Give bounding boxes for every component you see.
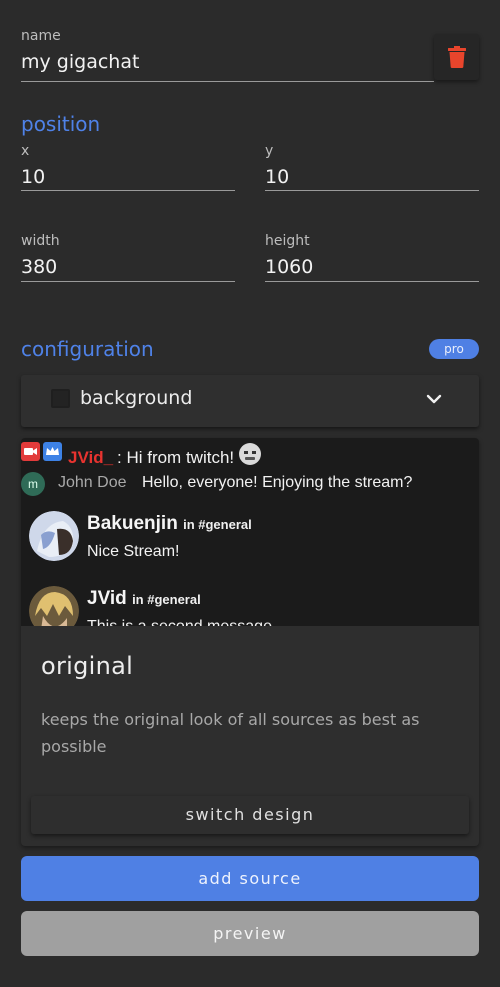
y-label: y — [265, 143, 274, 159]
trash-icon — [447, 46, 466, 68]
y-underline — [265, 190, 479, 191]
x-field[interactable]: x 10 — [21, 143, 235, 191]
twitch-username: JVid_ — [68, 448, 114, 467]
width-field[interactable]: width 380 — [21, 233, 235, 282]
x-underline — [21, 190, 235, 191]
height-underline — [265, 281, 479, 282]
background-label: background — [80, 387, 193, 409]
youtube-message-text: Hello, everyone! Enjoying the stream? — [142, 474, 413, 491]
discord-username: Bakuenjin in #general — [87, 513, 252, 535]
height-field[interactable]: height 1060 — [265, 233, 479, 282]
background-checkbox[interactable] — [51, 389, 70, 408]
width-input[interactable]: 380 — [21, 255, 57, 279]
twitch-message-text: : Hi from twitch! — [117, 448, 235, 467]
x-label: x — [21, 143, 30, 159]
y-field[interactable]: y 10 — [265, 143, 479, 191]
design-card: JVid_ : Hi from twitch! m John Doe Hello… — [21, 438, 479, 846]
discord-channel: in #general — [183, 517, 252, 532]
name-label: name — [21, 28, 61, 44]
chevron-down-icon[interactable] — [425, 390, 443, 408]
name-input[interactable]: my gigachat — [21, 50, 139, 74]
youtube-username: John Doe — [58, 474, 127, 491]
design-description: keeps the original look of all sources a… — [41, 710, 420, 756]
avatar: m — [21, 472, 45, 496]
position-section-title: position — [21, 112, 101, 136]
delete-button[interactable] — [434, 34, 479, 80]
emote-icon — [239, 443, 261, 465]
configuration-section-title: configuration — [21, 337, 154, 361]
youtube-message: m John Doe Hello, everyone! Enjoying the… — [21, 472, 479, 496]
add-source-button[interactable]: add source — [21, 856, 479, 901]
chat-preview: JVid_ : Hi from twitch! m John Doe Hello… — [21, 438, 479, 626]
discord-channel: in #general — [132, 592, 201, 607]
discord-message-text: Nice Stream! — [87, 543, 180, 560]
width-label: width — [21, 233, 60, 249]
camera-icon — [21, 442, 40, 461]
switch-design-button[interactable]: switch design — [31, 796, 469, 834]
name-underline — [21, 81, 434, 82]
preview-button[interactable]: preview — [21, 911, 479, 956]
name-field[interactable]: name my gigachat — [21, 28, 434, 82]
discord-username-text: Bakuenjin — [87, 513, 178, 534]
height-label: height — [265, 233, 310, 249]
background-expander[interactable]: background — [21, 375, 479, 427]
discord-message-text: This is a second message — [87, 618, 272, 626]
x-input[interactable]: 10 — [21, 165, 45, 189]
width-underline — [21, 281, 235, 282]
avatar — [29, 511, 79, 561]
y-input[interactable]: 10 — [265, 165, 289, 189]
twitch-message: JVid_ : Hi from twitch! — [21, 442, 479, 467]
height-input[interactable]: 1060 — [265, 255, 313, 279]
discord-username-text: JVid — [87, 588, 127, 609]
design-name: original — [41, 652, 134, 680]
avatar — [29, 586, 79, 626]
crown-icon — [43, 442, 62, 461]
pro-badge: pro — [429, 339, 479, 359]
discord-username: JVid in #general — [87, 588, 201, 610]
